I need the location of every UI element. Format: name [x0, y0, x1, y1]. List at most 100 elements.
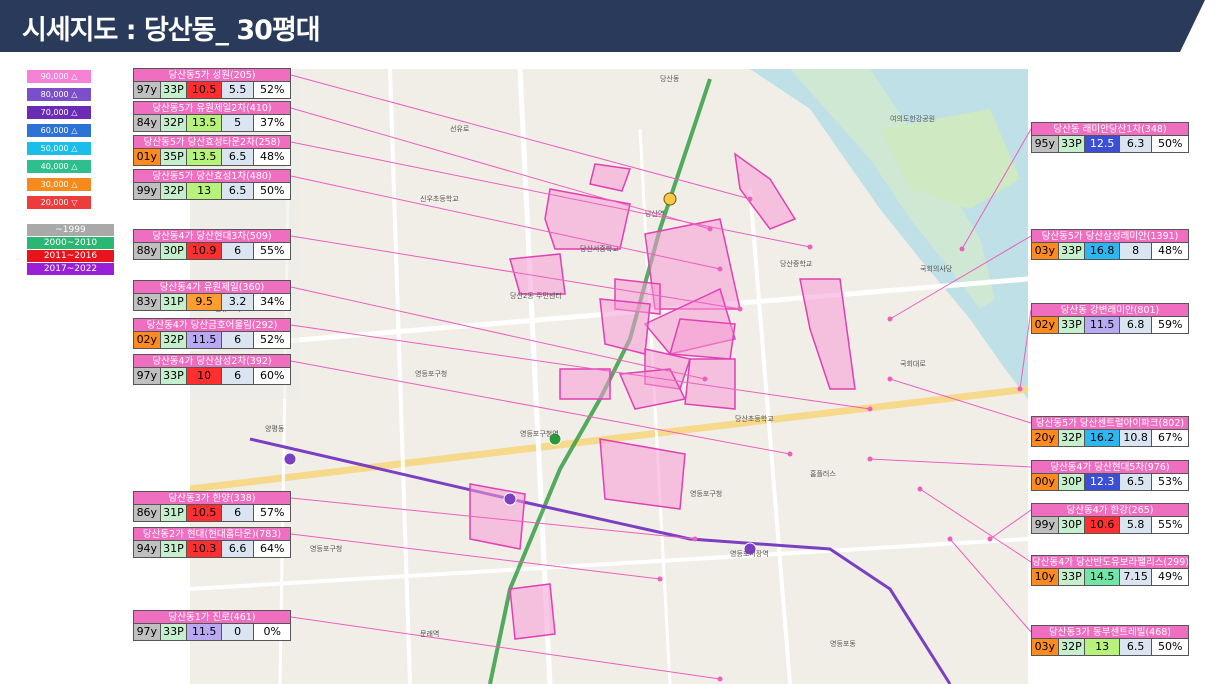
legend-era-2011: 2011~2016: [27, 250, 114, 262]
map-label: 양평동: [265, 425, 285, 433]
size-cell: 32P: [160, 332, 188, 348]
legend-price-40000: 40,000 △: [27, 160, 91, 173]
build-year-cell: 01y: [134, 149, 161, 165]
complex-card[interactable]: 당산동5가 당산삼성래미안(1391) 03y 33P 16.8 8 48%: [1031, 229, 1189, 262]
map-label: 영등포시장역: [730, 550, 769, 558]
map-label: 국회의사당: [920, 265, 953, 273]
build-year-cell: 03y: [1032, 639, 1059, 655]
sale-price-cell: 11.5: [187, 332, 222, 348]
legend-price-80000: 80,000 △: [27, 88, 91, 101]
map-label: 여의도한강공원: [890, 115, 936, 123]
complex-name: 당산동5가 당산센트럴아이파크(802): [1031, 416, 1189, 430]
complex-card[interactable]: 당산동1가 진로(461) 97y 33P 11.5 0 0%: [133, 610, 291, 643]
jeonse-ratio-cell: 50%: [254, 183, 290, 199]
complex-name: 당산동5가 당산효성타운2차(258): [133, 135, 291, 149]
sale-price-cell: 14.5: [1085, 569, 1120, 585]
size-cell: 30P: [1058, 474, 1086, 490]
jeonse-price-cell: 7.15: [1119, 569, 1153, 585]
jeonse-ratio-cell: 67%: [1152, 430, 1188, 446]
complex-card[interactable]: 당산동3가 한양(338) 86y 31P 10.5 6 57%: [133, 491, 291, 524]
complex-card[interactable]: 당산동5가 성원(205) 97y 33P 10.5 5.5 52%: [133, 68, 291, 101]
sale-price-cell: 13: [187, 183, 222, 199]
size-cell: 31P: [160, 294, 188, 310]
jeonse-ratio-cell: 57%: [254, 505, 290, 521]
jeonse-ratio-cell: 50%: [1152, 639, 1188, 655]
complex-name: 당산동4가 당산반도유보라팰리스(299): [1031, 555, 1189, 569]
complex-card[interactable]: 당산동4가 유원제일(360) 83y 31P 9.5 3.2 34%: [133, 280, 291, 313]
jeonse-ratio-cell: 52%: [254, 82, 290, 98]
complex-card[interactable]: 당산동2가 현대(현대홈타운)(783) 94y 31P 10.3 6.6 64%: [133, 527, 291, 560]
build-year-cell: 84y: [134, 115, 161, 131]
legend-price-70000: 70,000 △: [27, 106, 91, 119]
complex-card[interactable]: 당산동4가 당산삼성2차(392) 97y 33P 10 6 60%: [133, 354, 291, 387]
complex-stats-row: 00y 30P 12.3 6.5 53%: [1031, 474, 1189, 491]
build-year-cell: 97y: [134, 82, 161, 98]
station-marker: [663, 192, 677, 206]
jeonse-ratio-cell: 37%: [254, 115, 290, 131]
complex-card[interactable]: 당산동 강변래미안(801) 02y 33P 11.5 6.8 59%: [1031, 303, 1189, 336]
station-marker: [283, 452, 297, 466]
map-label: 당산동: [660, 75, 680, 83]
complex-area: [589, 163, 632, 192]
complex-card[interactable]: 당산동4가 당산현대5차(976) 00y 30P 12.3 6.5 53%: [1031, 460, 1189, 493]
complex-stats-row: 94y 31P 10.3 6.6 64%: [133, 541, 291, 558]
complex-name: 당산동 강변래미안(801): [1031, 303, 1189, 317]
jeonse-ratio-cell: 59%: [1152, 317, 1188, 333]
complex-card[interactable]: 당산동5가 유원제일2차(410) 84y 32P 13.5 5 37%: [133, 101, 291, 134]
complex-area: [559, 368, 611, 400]
jeonse-price-cell: 3.2: [221, 294, 255, 310]
complex-stats-row: 97y 33P 10.5 5.5 52%: [133, 82, 291, 99]
complex-stats-row: 97y 33P 11.5 0 0%: [133, 624, 291, 641]
complex-card[interactable]: 당산동4가 당산현대3차(509) 88y 30P 10.9 6 55%: [133, 229, 291, 262]
build-year-cell: 94y: [134, 541, 161, 557]
complex-card[interactable]: 당산동4가 당산금호어울림(292) 02y 32P 11.5 6 52%: [133, 318, 291, 351]
jeonse-price-cell: 6: [221, 368, 255, 384]
map-label: 당산역: [645, 210, 665, 218]
complex-stats-row: 20y 32P 16.2 10.8 67%: [1031, 430, 1189, 447]
complex-card[interactable]: 당산동5가 당산효성1차(480) 99y 32P 13 6.5 50%: [133, 169, 291, 202]
complex-stats-row: 10y 33P 14.5 7.15 49%: [1031, 569, 1189, 586]
complex-area: [684, 358, 736, 410]
complex-card[interactable]: 당산동4가 한강(265) 99y 30P 10.6 5.8 55%: [1031, 503, 1189, 536]
jeonse-price-cell: 6.3: [1119, 136, 1153, 152]
complex-name: 당산동4가 당산현대3차(509): [133, 229, 291, 243]
size-cell: 31P: [160, 505, 188, 521]
legend-price-20000: 20,000 ▽: [27, 196, 91, 209]
jeonse-price-cell: 5.8: [1119, 517, 1153, 533]
build-year-cell: 97y: [134, 624, 161, 640]
complex-name: 당산동5가 당산삼성래미안(1391): [1031, 229, 1189, 243]
complex-card[interactable]: 당산동4가 당산반도유보라팰리스(299) 10y 33P 14.5 7.15 49%: [1031, 555, 1189, 588]
map-label: 영등포구청역: [520, 430, 559, 438]
complex-name: 당산동3가 동부센트레빌(468): [1031, 625, 1189, 639]
sale-price-cell: 11.5: [187, 624, 222, 640]
jeonse-ratio-cell: 52%: [254, 332, 290, 348]
map-label: 영등포동: [830, 640, 856, 648]
size-cell: 33P: [160, 624, 188, 640]
complex-card[interactable]: 당산동 래미안당산1차(348) 95y 33P 12.5 6.3 50%: [1031, 122, 1189, 155]
map-label: 문래역: [420, 630, 440, 638]
map-label: 당산중학교: [780, 260, 813, 268]
complex-name: 당산동2가 현대(현대홈타운)(783): [133, 527, 291, 541]
station-marker: [503, 492, 517, 506]
legend-price-90000: 90,000 △: [27, 70, 91, 83]
legend-price-30000: 30,000 △: [27, 178, 91, 191]
map-label: 신우초등학교: [420, 195, 459, 203]
jeonse-price-cell: 0: [221, 624, 255, 640]
sale-price-cell: 12.3: [1085, 474, 1120, 490]
build-year-cell: 88y: [134, 243, 161, 259]
complex-card[interactable]: 당산동5가 당산센트럴아이파크(802) 20y 32P 16.2 10.8 67%: [1031, 416, 1189, 449]
complex-area: [669, 318, 736, 360]
jeonse-price-cell: 5: [221, 115, 255, 131]
sale-price-cell: 10.6: [1085, 517, 1120, 533]
complex-card[interactable]: 당산동3가 동부센트레빌(468) 03y 32P 13 6.5 50%: [1031, 625, 1189, 658]
road: [388, 69, 412, 684]
complex-name: 당산동4가 한강(265): [1031, 503, 1189, 517]
sale-price-cell: 10.5: [187, 505, 222, 521]
size-cell: 33P: [1058, 317, 1086, 333]
jeonse-ratio-cell: 50%: [1152, 136, 1188, 152]
sale-price-cell: 10.3: [187, 541, 222, 557]
complex-card[interactable]: 당산동5가 당산효성타운2차(258) 01y 35P 13.5 6.5 48%: [133, 135, 291, 168]
map-label: 선유로: [450, 125, 470, 133]
map-view[interactable]: 당산동 당산역 영등포구청역 영등포구청 국회의사당 당산중학교 당산서중학교 …: [190, 69, 1028, 684]
map-label: 당산서중학교: [580, 245, 619, 253]
